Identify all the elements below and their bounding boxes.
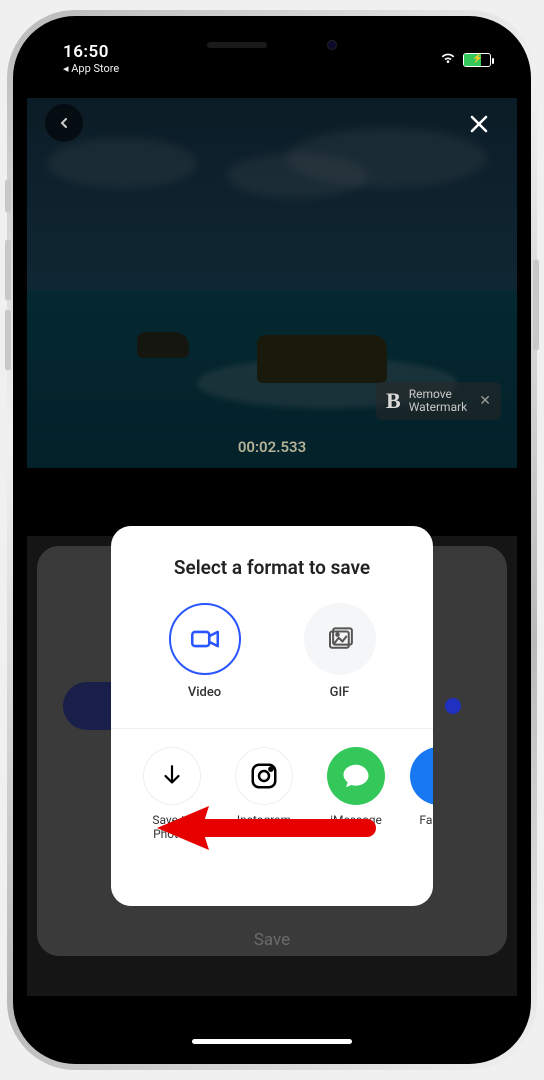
download-icon (143, 747, 201, 805)
format-select-sheet: Select a format to save Video (111, 526, 433, 906)
video-icon (169, 603, 241, 675)
remove-watermark-button[interactable]: B Remove Watermark ✕ (376, 382, 501, 420)
format-gif-option[interactable]: GIF (304, 603, 376, 700)
close-button[interactable] (459, 104, 499, 144)
divider (111, 728, 433, 729)
share-instagram[interactable]: Instagram (225, 747, 303, 842)
home-indicator[interactable] (192, 1039, 352, 1044)
format-label: Video (188, 685, 221, 700)
video-preview: B Remove Watermark ✕ 00:02.533 (27, 98, 517, 468)
status-time: 16:50 (63, 43, 119, 62)
battery-icon: ⚡ (463, 53, 491, 67)
instagram-icon (235, 747, 293, 805)
brand-icon: B (386, 388, 401, 414)
share-imessage[interactable]: iMessage (317, 747, 395, 842)
timecode: 00:02.533 (27, 438, 517, 456)
share-label: iMessage (330, 813, 382, 827)
back-button[interactable] (45, 104, 83, 142)
gif-icon (304, 603, 376, 675)
format-video-option[interactable]: Video (169, 603, 241, 700)
power-button (533, 260, 539, 350)
volume-up-button (5, 240, 11, 300)
watermark-label: Watermark (409, 401, 468, 414)
share-label: Facebo (419, 813, 433, 827)
notch (157, 30, 387, 60)
imessage-icon (327, 747, 385, 805)
share-facebook[interactable]: f Facebo (409, 747, 433, 842)
back-to-app[interactable]: ◂ App Store (63, 63, 119, 75)
volume-down-button (5, 310, 11, 370)
save-button[interactable]: Save (27, 930, 517, 950)
format-label: GIF (330, 685, 350, 700)
share-save-photos[interactable]: Save to Photos (133, 747, 211, 842)
dismiss-watermark-icon[interactable]: ✕ (479, 393, 491, 409)
share-label: Save to Photos (133, 813, 211, 842)
facebook-icon: f (410, 747, 433, 805)
watermark-label: Remove (409, 388, 468, 401)
wifi-icon (439, 50, 457, 69)
share-label: Instagram (237, 813, 291, 827)
mute-switch (5, 180, 11, 212)
sheet-title: Select a format to save (111, 526, 433, 603)
